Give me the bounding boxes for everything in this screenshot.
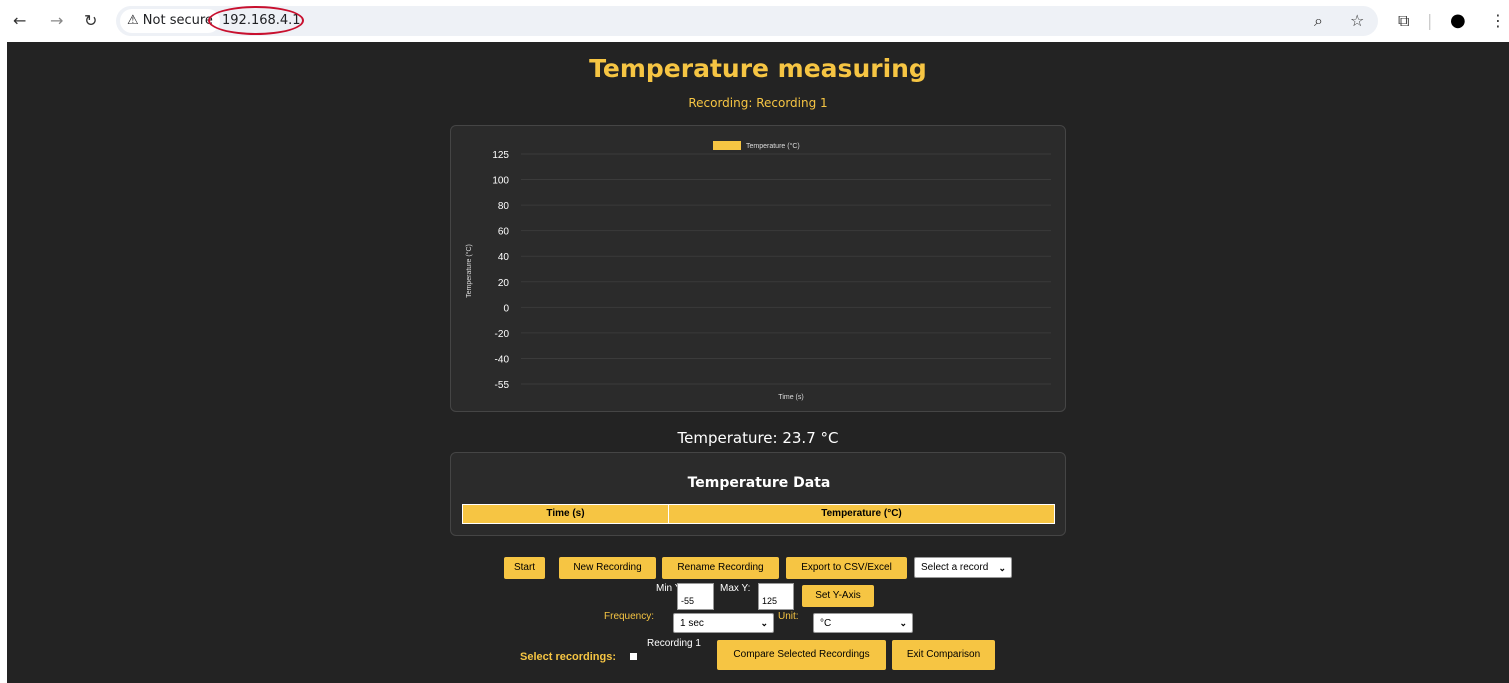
y-tick-label: 125 [492, 150, 509, 161]
min-y-input[interactable]: -55 [677, 583, 714, 610]
url-highlight-circle [208, 6, 304, 35]
column-header-time: Time (s) [463, 505, 669, 523]
table-header-row: Time (s) Temperature (°C) [462, 504, 1055, 524]
page-title: Temperature measuring [589, 54, 927, 83]
select-recordings-checkbox[interactable] [630, 653, 637, 660]
legend-swatch[interactable] [713, 141, 741, 150]
temperature-data-panel: Temperature Data Time (s) Temperature (°… [450, 452, 1066, 536]
reload-icon[interactable]: ↻ [84, 11, 97, 31]
y-axis-label: Temperature (°C) [465, 244, 473, 298]
new-recording-button[interactable]: New Recording [559, 557, 656, 579]
address-bar[interactable] [116, 6, 1378, 36]
x-axis-label: Time (s) [778, 394, 803, 401]
unit-select-value: °C [820, 618, 832, 629]
y-tick-label: -20 [495, 329, 510, 340]
record-select-value: Select a record [921, 562, 989, 573]
page-body: Temperature measuring Recording: Recordi… [7, 42, 1509, 683]
chevron-down-icon: ⌄ [998, 563, 1006, 573]
profile-icon[interactable]: ● [1450, 11, 1466, 31]
recording-label: Recording: Recording 1 [688, 96, 828, 110]
frequency-select[interactable]: 1 sec ⌄ [673, 613, 774, 633]
exit-comparison-button[interactable]: Exit Comparison [892, 640, 995, 670]
frequency-label: Frequency: [604, 611, 655, 622]
star-icon[interactable]: ☆ [1350, 11, 1364, 31]
back-icon[interactable]: ← [13, 11, 26, 31]
chevron-down-icon: ⌄ [899, 618, 907, 628]
forward-icon[interactable]: → [50, 11, 63, 31]
unit-label: Unit: [778, 611, 799, 622]
y-tick-label: 80 [498, 201, 510, 212]
legend-label[interactable]: Temperature (°C) [746, 142, 800, 150]
chevron-down-icon: ⌄ [760, 618, 768, 628]
start-button[interactable]: Start [504, 557, 545, 579]
recording-option-label: Recording 1 [647, 638, 701, 649]
rename-recording-button[interactable]: Rename Recording [662, 557, 779, 579]
frequency-select-value: 1 sec [680, 618, 704, 629]
table-title: Temperature Data [687, 475, 831, 491]
browser-toolbar: ← → ↻ ⚠ Not secure 192.168.4.1 ⌕ ☆ ⧉ | ●… [0, 0, 1509, 42]
compare-recordings-button[interactable]: Compare Selected Recordings [717, 640, 886, 670]
y-tick-label: 40 [498, 252, 510, 263]
y-tick-label: -55 [495, 380, 510, 391]
y-tick-label: 20 [498, 278, 510, 289]
set-y-axis-button[interactable]: Set Y-Axis [802, 585, 874, 607]
temperature-chart: 125 100 80 60 40 20 0 -20 -40 -55 Temperature (°C… [465, 141, 1051, 401]
select-recordings-label: Select recordings: [520, 651, 616, 663]
security-indicator[interactable]: ⚠ Not secure [120, 9, 220, 33]
y-tick-label: 100 [492, 176, 509, 187]
y-tick-label: 0 [503, 303, 509, 314]
temperature-readout: Temperature: 23.7 °C [677, 429, 839, 447]
toolbar-divider: | [1427, 11, 1433, 30]
unit-select[interactable]: °C ⌄ [813, 613, 913, 633]
extensions-icon[interactable]: ⧉ [1398, 11, 1409, 31]
export-csv-button[interactable]: Export to CSV/Excel [786, 557, 907, 579]
zoom-icon[interactable]: ⌕ [1314, 11, 1323, 31]
max-y-label: Max Y: [720, 583, 751, 594]
chart-panel: 125 100 80 60 40 20 0 -20 -40 -55 Temperature (°C… [450, 125, 1066, 412]
max-y-input[interactable]: 125 [758, 583, 794, 610]
column-header-temperature: Temperature (°C) [821, 508, 902, 519]
record-select[interactable]: Select a record ⌄ [914, 557, 1012, 578]
menu-icon[interactable]: ⋮ [1490, 11, 1506, 31]
y-tick-label: -40 [495, 354, 510, 365]
y-tick-label: 60 [498, 227, 510, 238]
